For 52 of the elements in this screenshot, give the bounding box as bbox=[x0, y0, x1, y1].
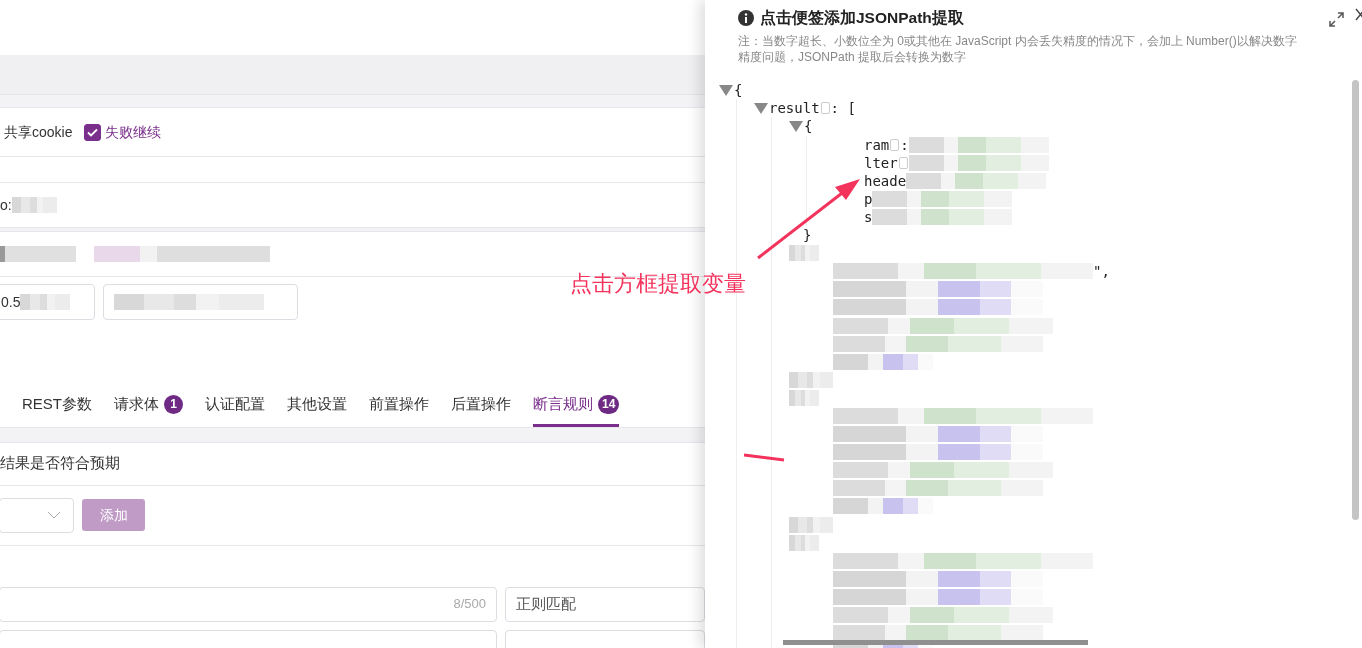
toggle-icon[interactable] bbox=[719, 84, 733, 96]
info-icon bbox=[738, 9, 754, 26]
leader-line bbox=[743, 453, 785, 462]
tab[interactable]: REST参数 bbox=[22, 383, 92, 427]
mosaic-block bbox=[20, 294, 71, 310]
json-punct: { bbox=[734, 81, 743, 100]
json-key[interactable]: s bbox=[864, 207, 873, 226]
input-field[interactable] bbox=[103, 284, 298, 320]
tab[interactable]: 其他设置 bbox=[287, 383, 347, 427]
copy-box-icon[interactable] bbox=[890, 138, 900, 151]
field-label: o: bbox=[0, 195, 12, 215]
annotation-text: 点击方框提取变量 bbox=[570, 270, 746, 298]
mosaic-block bbox=[789, 245, 819, 262]
copy-box-icon[interactable] bbox=[898, 156, 908, 169]
json-punct: } bbox=[803, 226, 812, 245]
count-badge: 1 bbox=[164, 394, 183, 414]
json-punct: : [ bbox=[830, 99, 856, 118]
json-key[interactable]: lter bbox=[864, 153, 898, 172]
check-icon bbox=[87, 127, 99, 137]
expand-icon[interactable] bbox=[1329, 12, 1344, 27]
toggle-icon[interactable] bbox=[754, 102, 768, 114]
json-punct: { bbox=[804, 117, 813, 136]
timeout-field[interactable]: 0.5 bbox=[0, 284, 95, 320]
tab[interactable]: 认证配置 bbox=[205, 383, 265, 427]
copy-box-icon[interactable] bbox=[820, 102, 830, 115]
tab[interactable]: 后置操作 bbox=[451, 383, 511, 427]
field-value: 0.5 bbox=[1, 292, 21, 312]
match-select[interactable]: 正则匹配 bbox=[505, 586, 705, 622]
select-field[interactable] bbox=[0, 497, 74, 533]
mosaic-block bbox=[11, 197, 57, 213]
option-label: 共享cookie bbox=[4, 122, 73, 142]
checkbox-label[interactable]: 失败继续 bbox=[105, 121, 162, 143]
json-key[interactable]: ram bbox=[864, 135, 890, 154]
tab[interactable]: 请求体 1 bbox=[114, 383, 183, 427]
note-text: 精度问题，JSONPath 提取后会转换为数字 bbox=[738, 49, 968, 66]
scrollbar[interactable] bbox=[783, 640, 1088, 645]
json-key[interactable]: heade bbox=[864, 171, 907, 190]
char-counter: 8/500 bbox=[453, 595, 486, 614]
tab[interactable]: 断言规则 14 bbox=[533, 383, 620, 427]
note-text: 注：当数字超长、小数位全为 0或其他在 JavaScript 内会丢失精度的情况下，会加上 Number()以解决数字 bbox=[738, 33, 1298, 50]
toggle-icon[interactable] bbox=[789, 121, 803, 132]
drawer-title: 点击便签添加JSONPath提取 bbox=[760, 8, 964, 28]
json-punct: ", bbox=[1093, 262, 1110, 281]
count-badge: 14 bbox=[598, 394, 620, 414]
json-key[interactable]: p bbox=[864, 189, 873, 208]
json-punct: : bbox=[900, 135, 909, 154]
hint-text: 结果是否符合预期 bbox=[0, 453, 120, 474]
tab[interactable]: 前置操作 bbox=[369, 383, 429, 427]
checkbox[interactable] bbox=[84, 123, 102, 141]
scrollbar[interactable] bbox=[1352, 80, 1359, 520]
chevron-icon bbox=[47, 511, 61, 519]
json-key[interactable]: result bbox=[769, 99, 820, 118]
